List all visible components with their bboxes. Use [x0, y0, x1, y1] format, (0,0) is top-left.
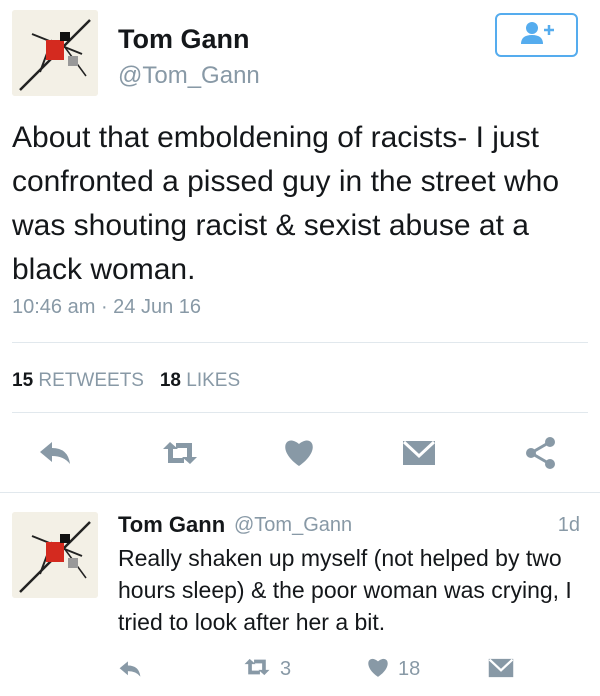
- author-handle[interactable]: @Tom_Gann: [118, 62, 260, 90]
- divider: [12, 342, 588, 343]
- heart-icon: [282, 437, 316, 472]
- retweets-count[interactable]: 15: [12, 370, 33, 391]
- retweet-button[interactable]: [160, 438, 200, 473]
- reply-dm-button[interactable]: [488, 658, 514, 683]
- reply-icon: [38, 440, 72, 471]
- direct-message-button[interactable]: [402, 440, 436, 471]
- author-name[interactable]: Tom Gann: [118, 24, 250, 55]
- follow-icon: [517, 20, 557, 51]
- reply-retweet-count: 3: [280, 658, 292, 680]
- tweet-text: About that emboldening of racists- I jus…: [12, 121, 560, 286]
- share-button[interactable]: [524, 436, 558, 475]
- share-icon: [524, 436, 558, 475]
- follow-button[interactable]: [495, 13, 578, 57]
- reply-icon: [118, 660, 142, 683]
- reply-text: Really shaken up myself (not helped by t…: [118, 545, 572, 635]
- reply-reply-button[interactable]: [118, 660, 142, 683]
- reply-retweet-button[interactable]: 3: [242, 656, 291, 683]
- reply-timestamp[interactable]: 1d: [558, 514, 580, 537]
- likes-count[interactable]: 18: [160, 370, 181, 391]
- divider: [0, 492, 600, 493]
- reply-author-handle[interactable]: @Tom_Gann: [234, 514, 352, 537]
- likes-label[interactable]: LIKES: [186, 370, 240, 391]
- reply-like-button[interactable]: 18: [366, 656, 420, 683]
- retweets-label[interactable]: RETWEETS: [38, 370, 144, 391]
- tweet-timestamp[interactable]: 10:46 am · 24 Jun 16: [12, 296, 201, 319]
- reply-author-name[interactable]: Tom Gann: [118, 512, 225, 538]
- reply-like-count: 18: [398, 658, 421, 680]
- avatar[interactable]: [12, 10, 98, 96]
- divider: [12, 412, 588, 413]
- dm-icon: [402, 440, 436, 471]
- retweet-icon: [242, 656, 272, 683]
- heart-icon: [366, 656, 390, 683]
- reply-button[interactable]: [38, 440, 72, 471]
- engagement-stats: 15 RETWEETS 18 LIKES: [12, 370, 240, 392]
- reply-avatar[interactable]: [12, 512, 98, 598]
- retweet-icon: [160, 438, 200, 473]
- like-button[interactable]: [282, 437, 316, 472]
- dm-icon: [488, 658, 514, 683]
